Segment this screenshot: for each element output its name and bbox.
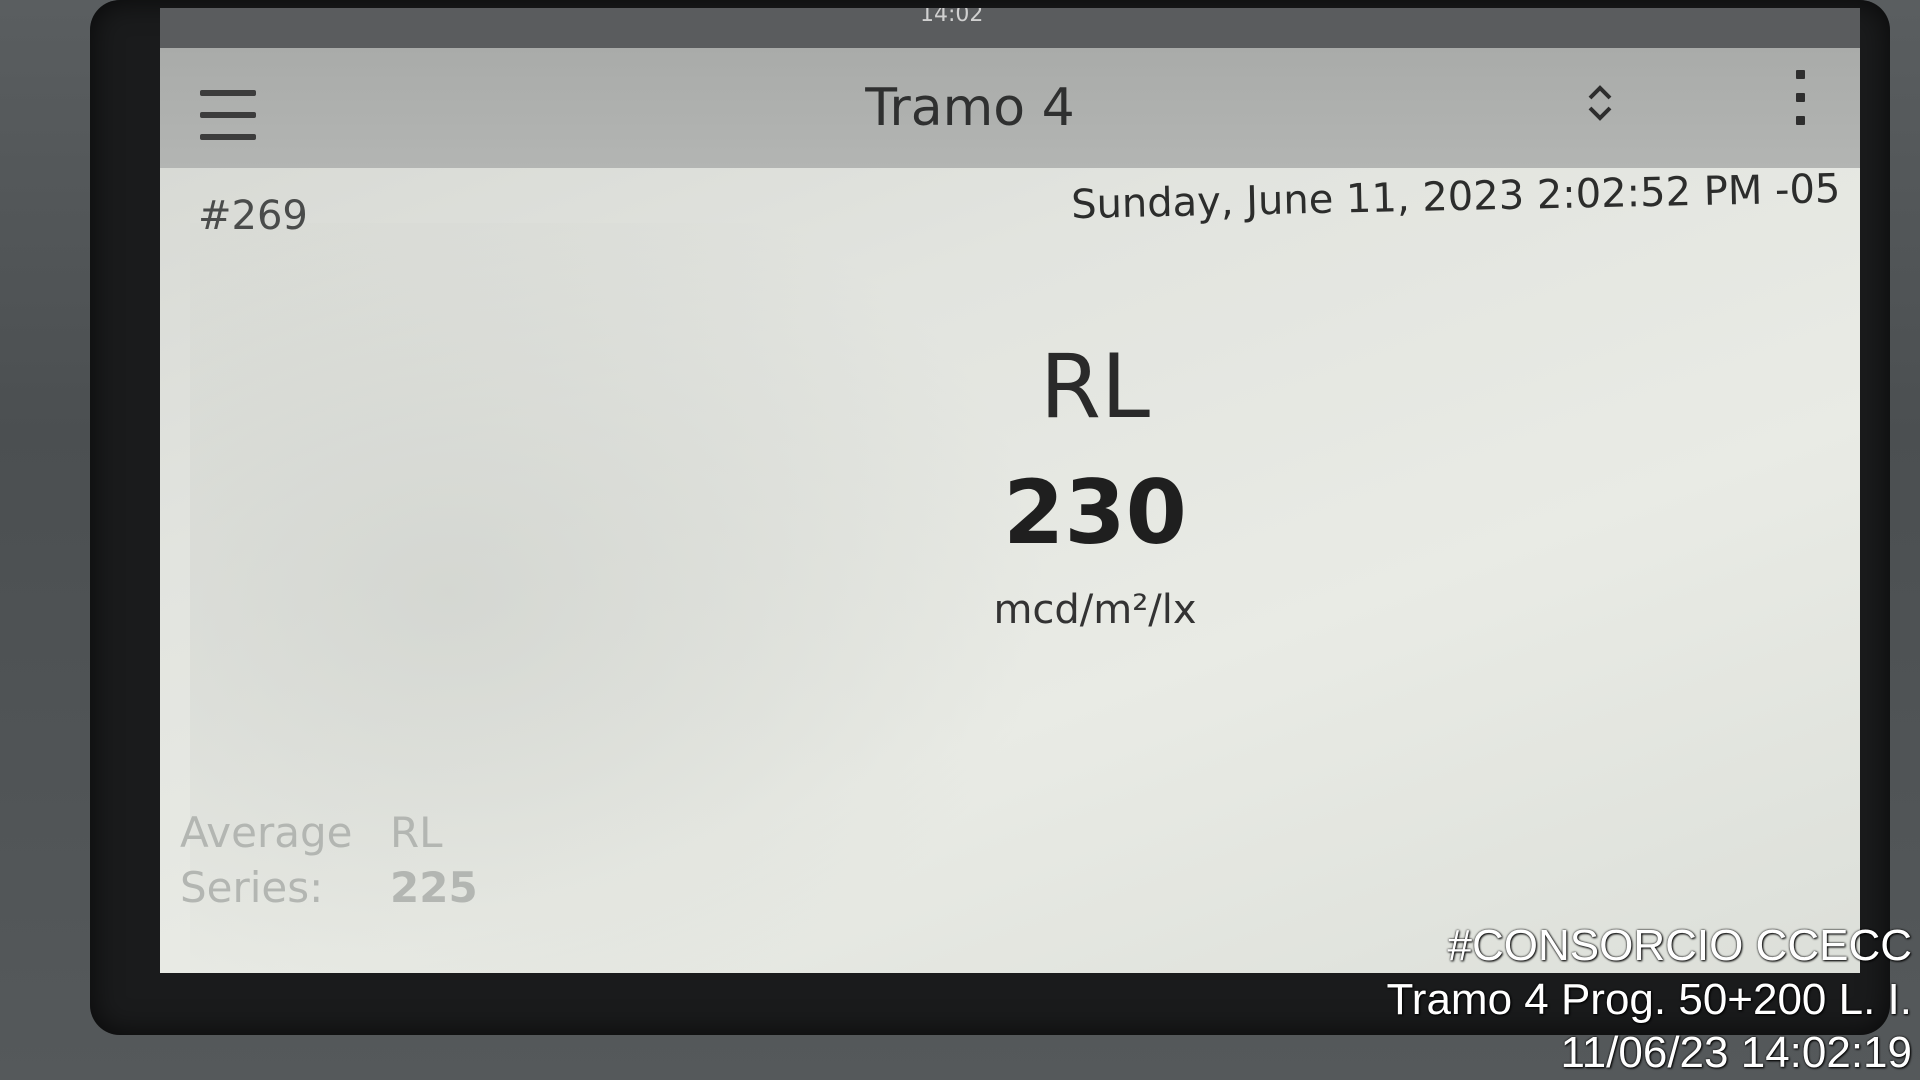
reading-display: RL 230 mcd/m²/lx bbox=[160, 335, 1860, 634]
sort-chevrons-icon[interactable] bbox=[1580, 78, 1620, 128]
average-column-label: RL bbox=[390, 808, 443, 857]
app-header: Tramo 4 bbox=[160, 48, 1860, 168]
average-label-line1: Average bbox=[180, 808, 353, 857]
more-vertical-icon[interactable] bbox=[1790, 70, 1810, 140]
photo-background: 14:02 Tramo 4 #269 Sunday, June 11, 2023… bbox=[0, 0, 1920, 1080]
device-screen: 14:02 Tramo 4 #269 Sunday, June 11, 2023… bbox=[160, 8, 1860, 973]
measurement-datetime: Sunday, June 11, 2023 2:02:52 PM -05 bbox=[1070, 166, 1841, 229]
record-number: #269 bbox=[198, 193, 308, 239]
watermark-line3: 11/06/23 14:02:19 bbox=[1560, 1028, 1912, 1078]
reading-unit: mcd/m²/lx bbox=[993, 587, 1197, 633]
photo-watermark: #CONSORCIO CCECC Tramo 4 Prog. 50+200 L.… bbox=[1387, 919, 1912, 1080]
average-label-line2: Series: bbox=[180, 863, 324, 912]
status-bar: 14:02 bbox=[160, 8, 1860, 48]
reading-value: 230 bbox=[1003, 461, 1187, 564]
watermark-line2: Tramo 4 Prog. 50+200 L. I. bbox=[1386, 974, 1912, 1024]
reading-label: RL bbox=[1039, 335, 1151, 438]
average-value: 225 bbox=[390, 863, 478, 912]
average-series: Average RL Series: 225 bbox=[180, 808, 490, 912]
status-time: 14:02 bbox=[920, 8, 984, 27]
watermark-line1: #CONSORCIO CCECC bbox=[1447, 920, 1913, 970]
